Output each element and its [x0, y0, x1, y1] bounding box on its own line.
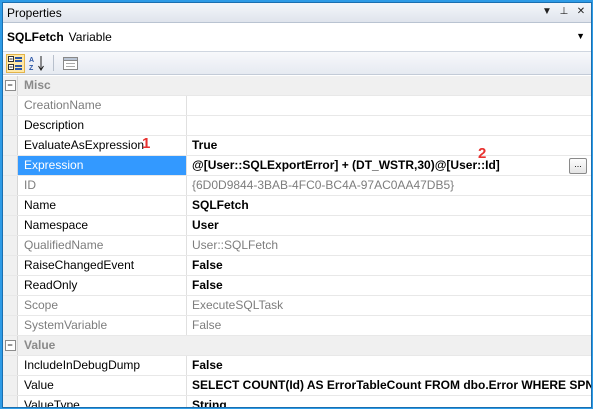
expression-value[interactable]: @[User::SQLExportError] + (DT_WSTR,30)@[…: [187, 156, 591, 175]
property-value[interactable]: [187, 96, 591, 115]
svg-text:Z: Z: [29, 65, 34, 71]
property-row[interactable]: QualifiedName User::SQLFetch: [3, 236, 591, 256]
property-name: SystemVariable: [18, 316, 187, 335]
property-value[interactable]: SELECT COUNT(Id) AS ErrorTableCount FROM…: [187, 376, 591, 395]
property-name: CreationName: [18, 96, 187, 115]
property-value[interactable]: ExecuteSQLTask: [187, 296, 591, 315]
property-name: ID: [18, 176, 187, 195]
property-row[interactable]: CreationName: [3, 96, 591, 116]
category-misc[interactable]: − Misc: [3, 76, 591, 96]
annotation-2: 2: [478, 145, 487, 162]
gutter: [3, 296, 18, 315]
property-row[interactable]: ID {6D0D9844-3BAB-4FC0-BC4A-97AC0AA47DB5…: [3, 176, 591, 196]
gutter: [3, 376, 18, 395]
property-name: Name: [18, 196, 187, 215]
ellipsis-button[interactable]: ...: [569, 158, 587, 174]
gutter: [3, 236, 18, 255]
gutter: [3, 276, 18, 295]
property-row[interactable]: RaiseChangedEvent False: [3, 256, 591, 276]
property-name: Value: [18, 376, 187, 395]
property-row-selected[interactable]: Expression @[User::SQLExportError] + (DT…: [3, 145, 591, 176]
close-icon[interactable]: ✕: [574, 4, 588, 20]
alphabetical-button[interactable]: A Z: [27, 54, 46, 73]
property-name: RaiseChangedEvent: [18, 256, 187, 275]
property-row[interactable]: EvaluateAsExpression True 1: [3, 135, 591, 156]
gutter: [3, 96, 18, 115]
category-label: Misc: [24, 78, 51, 92]
property-row[interactable]: Name SQLFetch: [3, 196, 591, 216]
property-row[interactable]: Value SELECT COUNT(Id) AS ErrorTableCoun…: [3, 376, 591, 396]
property-value[interactable]: False: [187, 316, 591, 335]
collapse-icon[interactable]: −: [4, 340, 16, 351]
property-value[interactable]: True: [187, 136, 591, 155]
gutter: [3, 356, 18, 375]
annotation-1: 1: [142, 135, 151, 152]
property-name: Expression: [18, 156, 187, 175]
gutter: [3, 196, 18, 215]
property-value[interactable]: [187, 116, 591, 135]
gutter: [3, 256, 18, 275]
property-value[interactable]: False: [187, 256, 591, 275]
property-value[interactable]: False: [187, 356, 591, 375]
gutter: [3, 176, 18, 195]
property-name: IncludeInDebugDump: [18, 356, 187, 375]
categorized-icon: [8, 56, 22, 70]
property-value[interactable]: String: [187, 396, 591, 407]
window-title: Properties: [7, 5, 62, 20]
property-pages-button[interactable]: [61, 54, 80, 73]
property-value[interactable]: {6D0D9844-3BAB-4FC0-BC4A-97AC0AA47DB5}: [187, 176, 591, 195]
property-value[interactable]: User: [187, 216, 591, 235]
property-row[interactable]: ValueType String: [3, 396, 591, 407]
pin-icon[interactable]: ⊥: [557, 4, 571, 20]
gutter: [3, 156, 18, 175]
sort-alphabetical-icon: A Z: [29, 56, 44, 71]
gutter: [3, 316, 18, 335]
categorized-button[interactable]: [6, 53, 25, 73]
property-grid: − Misc CreationName Description Evaluate…: [3, 76, 591, 407]
object-type: Variable: [68, 30, 112, 44]
window-menu-dropdown-icon[interactable]: ▼: [540, 4, 554, 20]
toolbar: A Z: [3, 52, 591, 75]
gutter: −: [3, 336, 18, 355]
property-name: ValueType: [18, 396, 187, 407]
property-row[interactable]: ReadOnly False: [3, 276, 591, 296]
category-label: Value: [24, 338, 56, 352]
object-name: SQLFetch: [7, 30, 64, 44]
gutter: [3, 396, 18, 407]
property-name: Description: [18, 116, 187, 135]
property-row[interactable]: SystemVariable False: [3, 316, 591, 336]
property-row[interactable]: IncludeInDebugDump False: [3, 356, 591, 376]
property-value[interactable]: User::SQLFetch: [187, 236, 591, 255]
property-name: EvaluateAsExpression: [18, 136, 187, 155]
properties-window: Properties ▼ ⊥ ✕ SQLFetch Variable ▼ A Z…: [2, 2, 592, 408]
category-value[interactable]: − Value: [3, 336, 591, 356]
svg-text:A: A: [29, 57, 34, 64]
gutter: [3, 136, 18, 155]
property-value[interactable]: False: [187, 276, 591, 295]
property-name: Scope: [18, 296, 187, 315]
property-row[interactable]: Namespace User: [3, 216, 591, 236]
property-row[interactable]: Scope ExecuteSQLTask: [3, 296, 591, 316]
title-buttons: ▼ ⊥ ✕: [540, 4, 588, 20]
property-row[interactable]: Description: [3, 116, 591, 136]
gutter: [3, 116, 18, 135]
toolbar-separator: [53, 55, 54, 71]
object-selector[interactable]: SQLFetch Variable ▼: [3, 23, 591, 52]
gutter: [3, 216, 18, 235]
chevron-down-icon[interactable]: ▼: [576, 31, 585, 41]
property-name: Namespace: [18, 216, 187, 235]
gutter: −: [3, 76, 18, 95]
property-value[interactable]: SQLFetch: [187, 196, 591, 215]
title-bar: Properties ▼ ⊥ ✕: [3, 3, 591, 23]
property-pages-icon: [63, 56, 78, 70]
property-name: QualifiedName: [18, 236, 187, 255]
property-name: ReadOnly: [18, 276, 187, 295]
collapse-icon[interactable]: −: [4, 80, 16, 91]
